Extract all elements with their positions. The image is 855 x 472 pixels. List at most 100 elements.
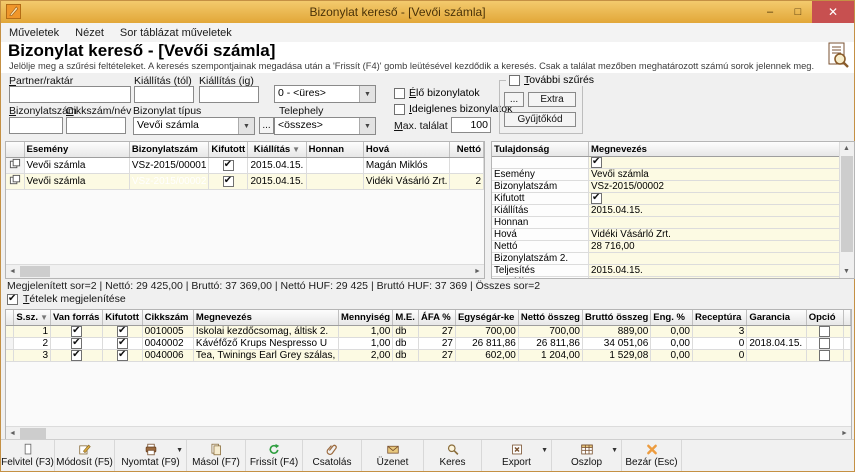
checkbox[interactable] [71,326,82,337]
column-header-ÁFA %[interactable]: ÁFA % [419,310,456,326]
cell-M.E.[interactable]: db [393,338,419,350]
cell-Honnan[interactable] [306,174,363,190]
cell-Kifutott[interactable] [209,158,248,174]
max-talalat-input[interactable] [451,117,491,133]
uzenet-button[interactable]: Üzenet [362,440,424,471]
chevron-down-icon[interactable]: ▼ [541,447,548,454]
column-header-Hová[interactable]: Hová [363,142,450,158]
row-selector-cell[interactable] [6,158,24,174]
property-value[interactable]: VSz-2015/00002 [589,181,841,193]
column-header-Garancia[interactable]: Garancia [747,310,806,326]
chevron-down-icon[interactable]: ▼ [176,447,183,454]
cell-Cikkszám[interactable]: 0040006 [142,350,193,362]
tovabbi-szures-checkbox[interactable]: További szűrés [506,74,597,86]
cell-Kifutott[interactable] [103,326,142,338]
checkbox[interactable] [223,176,234,187]
column-header-Van forrás[interactable]: Van forrás [51,310,103,326]
cell-Bizonylatszám[interactable]: VSz-2015/00001 [129,158,209,174]
column-header-Opció[interactable]: Opció [806,310,844,326]
checkbox[interactable] [71,338,82,349]
cell-ÁFA %[interactable]: 27 [419,350,456,362]
checkbox[interactable] [394,88,405,99]
cell-Nettó összeg[interactable]: 1 204,00 [518,350,582,362]
cell-ÁFA %[interactable]: 27 [419,338,456,350]
row-selector-cell[interactable] [6,326,14,338]
column-header-Mennyiség[interactable]: Mennyiség [339,310,393,326]
cell-S.sz.[interactable]: 2 [14,338,51,350]
cell-Van forrás[interactable] [51,338,103,350]
cell-Garancia[interactable]: 2018.04.15. [747,338,806,350]
bezar-button[interactable]: Bezár (Esc) [622,440,682,471]
column-header-Egységár-ke[interactable]: Egységár-ke [455,310,518,326]
menu-item-0[interactable]: Műveletek [9,27,59,39]
results-hscrollbar[interactable]: ◄ ► [6,264,484,278]
property-value[interactable]: 28 716,00 [589,241,841,253]
bizonylatszam-input[interactable] [9,117,63,134]
property-value[interactable] [589,253,841,265]
cell-Esemény[interactable]: Vevői számla [24,174,129,190]
row-selector-cell[interactable] [6,350,14,362]
property-vscrollbar[interactable]: ▲ ▼ [839,142,854,278]
cell-Garancia[interactable] [747,326,806,338]
checkbox[interactable] [7,294,18,305]
telephely-dropdown[interactable]: <összes>▼ [274,117,376,135]
cell-Egységár-ke[interactable]: 700,00 [455,326,518,338]
kiallitas-tol-input[interactable] [134,86,194,103]
modosit-button[interactable]: Módosít (F5) [55,440,115,471]
cell-Cikkszám[interactable]: 0010005 [142,326,193,338]
column-header-M.E.[interactable]: M.E. [393,310,419,326]
checkbox[interactable] [591,193,602,204]
masol-button[interactable]: Másol (F7) [187,440,246,471]
tovabbi-dots-button[interactable]: ... [504,92,524,107]
cell-Bruttó összeg[interactable]: 1 529,08 [582,350,650,362]
menu-item-2[interactable]: Sor táblázat műveletek [120,27,232,39]
scroll-up-icon[interactable]: ▲ [840,142,853,155]
checkbox[interactable] [819,326,830,337]
cikkszam-input[interactable] [66,117,126,134]
cell-Receptúra[interactable]: 0 [692,338,746,350]
property-value[interactable] [589,157,841,169]
column-header-Kifutott[interactable]: Kifutott [103,310,142,326]
property-value[interactable]: Vidéki Vásárló Zrt. [589,229,841,241]
column-header-Nettó összeg[interactable]: Nettó összeg [518,310,582,326]
csatolas-button[interactable]: Csatolás [303,440,362,471]
cell-Kiállítás[interactable]: 2015.04.15. [248,158,306,174]
checkbox[interactable] [591,157,602,168]
column-header-Bruttó összeg[interactable]: Bruttó összeg [582,310,650,326]
oszlop-button[interactable]: Oszlop▼ [552,440,622,471]
document-search-icon[interactable] [826,42,850,70]
cell-Kifutott[interactable] [103,350,142,362]
elo-bizonylatok-checkbox[interactable]: Élő bizonylatok [394,87,480,99]
column-header-Esemény[interactable]: Esemény [24,142,129,158]
scroll-down-icon[interactable]: ▼ [840,265,853,278]
cell-Mennyiség[interactable]: 2,00 [339,350,393,362]
cell-Eng. %[interactable]: 0,00 [651,350,693,362]
checkbox[interactable] [819,350,830,361]
column-header-Kiállítás[interactable]: Kiállítás▼ [248,142,306,158]
nyomtat-button[interactable]: Nyomtat (F9)▼ [115,440,187,471]
cell-Bizonylatszám[interactable]: VSz-2015/00002 [129,174,209,190]
checkbox[interactable] [394,104,405,115]
cell-Eng. %[interactable]: 0,00 [651,326,693,338]
close-button[interactable]: ✕ [812,1,854,23]
tetelek-checkbox[interactable]: Tételek megjelenítése [7,293,126,305]
cell-Opció[interactable] [806,338,844,350]
scroll-thumb[interactable] [20,428,46,439]
cell-Egységár-ke[interactable]: 26 811,86 [455,338,518,350]
cell-Nettó összeg[interactable]: 700,00 [518,326,582,338]
scroll-thumb[interactable] [20,266,50,277]
column-header-Kifutott[interactable]: Kifutott [209,142,248,158]
cell-M.E.[interactable]: db [393,350,419,362]
extra-button[interactable]: Extra [528,92,576,107]
cell-Bruttó összeg[interactable]: 889,00 [582,326,650,338]
cell-Kiállítás[interactable]: 2015.04.15. [248,174,306,190]
cell-Hová[interactable]: Magán Miklós [363,158,450,174]
property-value[interactable]: 2015.04.15. [589,265,841,277]
bizonylat-tipus-dropdown[interactable]: Vevői számla▼ [133,117,255,135]
checkbox[interactable] [117,338,128,349]
cell-Nettó[interactable]: 2 [450,174,484,190]
checkbox[interactable] [117,326,128,337]
gyujtokod-button[interactable]: Gyűjtőkód [504,112,576,127]
cell-Garancia[interactable] [747,350,806,362]
cell-Nettó összeg[interactable]: 26 811,86 [518,338,582,350]
